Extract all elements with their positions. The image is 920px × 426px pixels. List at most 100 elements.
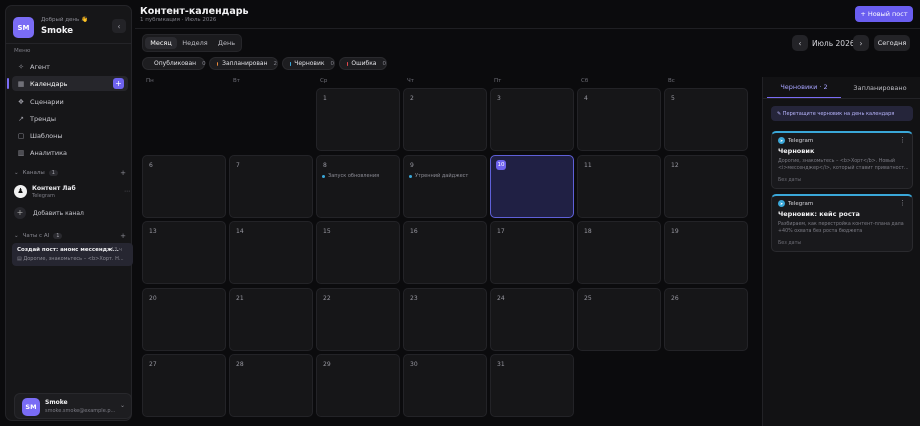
draft-title: Черновик: кейс роста xyxy=(778,210,860,218)
calendar-day-1[interactable]: 1 xyxy=(316,88,400,151)
calendar-day-4[interactable]: 4 xyxy=(577,88,661,151)
sidebar-item-templates[interactable]: ▢ Шаблоны xyxy=(12,128,128,143)
sidebar-item-calendar[interactable]: ▦ Календарь + xyxy=(7,76,128,91)
calendar-day-6[interactable]: 6 xyxy=(142,155,226,218)
calendar-day-16[interactable]: 16 xyxy=(403,221,487,284)
filter-published[interactable]: Опубликован 0 xyxy=(142,57,206,70)
day-number: 24 xyxy=(497,295,505,302)
draft-date: Без даты xyxy=(778,178,802,183)
calendar-day-14[interactable]: 14 xyxy=(229,221,313,284)
avatar[interactable]: SM xyxy=(13,17,34,38)
day-number: 8 xyxy=(323,162,327,169)
chats-label: Чаты с AI xyxy=(22,233,50,239)
more-icon[interactable]: ⋯ xyxy=(124,188,130,195)
sidebar-item-scenarios[interactable]: ❖ Сценарии xyxy=(12,94,128,109)
calendar-day-22[interactable]: 22 xyxy=(316,288,400,351)
channels-count: 1 xyxy=(48,170,58,176)
calendar-day-15[interactable]: 15 xyxy=(316,221,400,284)
calendar-day-5[interactable]: 5 xyxy=(664,88,748,151)
calendar-day-24[interactable]: 24 xyxy=(490,288,574,351)
chats-count: 1 xyxy=(53,233,63,239)
filter-count: 2 xyxy=(273,60,278,67)
day-number: 7 xyxy=(236,162,240,169)
chat-item[interactable]: Создай пост: анонс мессендж... 13 ч ▤ До… xyxy=(12,243,133,266)
filter-draft[interactable]: Черновик 0 xyxy=(282,57,335,70)
day-number: 2 xyxy=(410,95,414,102)
calendar-day-9[interactable]: 9 Утренний дайджест xyxy=(403,155,487,218)
calendar-event[interactable]: Утренний дайджест xyxy=(409,173,468,179)
calendar-day-31[interactable]: 31 xyxy=(490,354,574,417)
filter-error[interactable]: Ошибка 0 xyxy=(339,57,387,70)
username: Smoke xyxy=(41,26,74,36)
status-dot xyxy=(409,174,412,178)
filter-count: 0 xyxy=(330,60,335,67)
collapse-sidebar-button[interactable]: ‹ xyxy=(112,19,126,33)
channel-network: Telegram xyxy=(32,193,55,199)
channel-item[interactable]: ♟ Контент Лаб Telegram ⋯ xyxy=(14,184,130,200)
calendar-day-19[interactable]: 19 xyxy=(664,221,748,284)
user-menu[interactable]: SM Smoke smoke.smoke@example.p... ⌄ xyxy=(14,393,132,419)
tab-month[interactable]: Месяц xyxy=(145,37,177,49)
calendar-day-12[interactable]: 12 xyxy=(664,155,748,218)
sidebar-item-trends[interactable]: ↗ Тренды xyxy=(12,111,128,126)
more-icon[interactable]: ⋮ xyxy=(899,136,906,144)
calendar-day-11[interactable]: 11 xyxy=(577,155,661,218)
new-chat-icon[interactable]: + xyxy=(120,232,126,240)
sidebar-item-analytics[interactable]: ▥ Аналитика xyxy=(12,145,128,160)
calendar-day-30[interactable]: 30 xyxy=(403,354,487,417)
next-month-button[interactable]: › xyxy=(853,35,869,51)
calendar-day-13[interactable]: 13 xyxy=(142,221,226,284)
sidebar: SM Добрый день 👋 Smoke ‹ Меню ✧ Агент ▦ … xyxy=(5,5,133,421)
calendar-day-8[interactable]: 8 Запуск обновления xyxy=(316,155,400,218)
sparkle-icon: ✧ xyxy=(18,62,24,71)
drafts-panel: Черновики · 2 Запланировано ✎ Перетащите… xyxy=(762,77,920,426)
more-icon[interactable]: ⋮ xyxy=(899,199,906,207)
filter-count: 0 xyxy=(382,60,387,67)
calendar-day-10[interactable]: 10 xyxy=(490,155,574,218)
calendar-day-20[interactable]: 20 xyxy=(142,288,226,351)
page-subtitle: 1 публикация · Июль 2026 xyxy=(140,17,217,23)
weekday-label: Пт xyxy=(494,78,502,84)
trend-icon: ↗ xyxy=(18,114,24,123)
sidebar-item-agent[interactable]: ✧ Агент xyxy=(12,59,128,74)
calendar-day-7[interactable]: 7 xyxy=(229,155,313,218)
calendar-day-21[interactable]: 21 xyxy=(229,288,313,351)
calendar-day-18[interactable]: 18 xyxy=(577,221,661,284)
calendar-day-17[interactable]: 17 xyxy=(490,221,574,284)
draft-card[interactable]: ➤ Telegram ⋮ Черновик Дорогие, знакомьтес… xyxy=(771,131,913,189)
calendar-day-2[interactable]: 2 xyxy=(403,88,487,151)
calendar-day-27[interactable]: 27 xyxy=(142,354,226,417)
tab-drafts[interactable]: Черновики · 2 xyxy=(767,77,841,98)
calendar-day-28[interactable]: 28 xyxy=(229,354,313,417)
day-number: 14 xyxy=(236,228,244,235)
calendar-day-23[interactable]: 23 xyxy=(403,288,487,351)
calendar-day-3[interactable]: 3 xyxy=(490,88,574,151)
greeting: Добрый день 👋 xyxy=(41,17,88,23)
filter-label: Запланирован xyxy=(222,60,268,67)
calendar-day-29[interactable]: 29 xyxy=(316,354,400,417)
calendar-event[interactable]: Запуск обновления xyxy=(322,173,379,179)
filter-scheduled[interactable]: Запланирован 2 xyxy=(209,57,278,70)
add-channel-button[interactable]: + Добавить канал xyxy=(14,207,84,219)
telegram-icon: ➤ xyxy=(778,137,785,144)
sidebar-item-label: Календарь xyxy=(30,79,68,88)
tab-day[interactable]: День xyxy=(213,37,240,49)
new-post-button[interactable]: + Новый пост xyxy=(855,6,913,22)
channels-group-toggle[interactable]: ⌄ Каналы 1 + xyxy=(14,168,128,178)
tab-scheduled[interactable]: Запланировано xyxy=(843,77,917,98)
tab-week[interactable]: Неделя xyxy=(178,37,212,49)
prev-month-button[interactable]: ‹ xyxy=(792,35,808,51)
day-number: 28 xyxy=(236,361,244,368)
sidebar-item-label: Агент xyxy=(30,62,50,71)
draft-card[interactable]: ➤ Telegram ⋮ Черновик: кейс роста Разбира… xyxy=(771,194,913,252)
divider xyxy=(6,43,131,44)
calendar-day-26[interactable]: 26 xyxy=(664,288,748,351)
network-label: Telegram xyxy=(788,200,814,207)
today-button[interactable]: Сегодня xyxy=(874,35,910,51)
chats-group-toggle[interactable]: ⌄ Чаты с AI 1 + xyxy=(14,231,128,241)
day-number: 30 xyxy=(410,361,418,368)
add-post-icon[interactable]: + xyxy=(113,78,124,89)
add-channel-icon[interactable]: + xyxy=(120,169,126,177)
calendar-day-25[interactable]: 25 xyxy=(577,288,661,351)
view-switcher: Месяц Неделя День xyxy=(142,34,242,52)
